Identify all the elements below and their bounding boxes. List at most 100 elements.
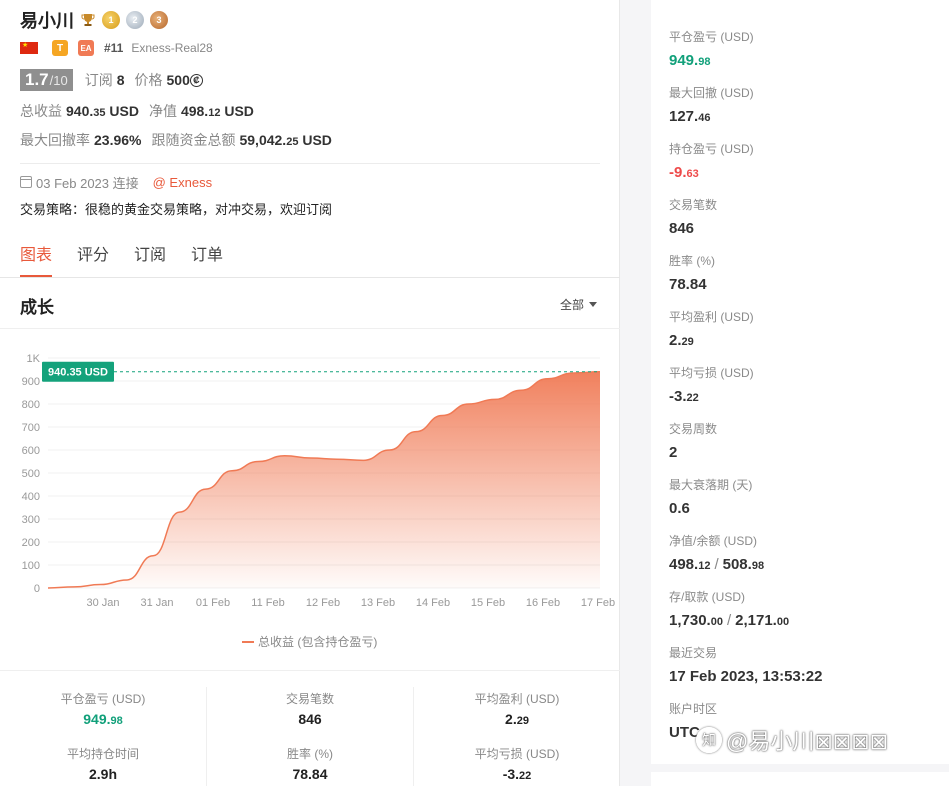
x-tick-label: 11 Feb bbox=[251, 597, 284, 609]
stat-label: 存/取款 (USD) bbox=[669, 590, 745, 604]
stat-value: 78.84 bbox=[669, 276, 707, 293]
bronze-medal-icon: 3 bbox=[150, 11, 168, 29]
x-tick-label: 30 Jan bbox=[86, 597, 119, 609]
coin-icon: ₡ bbox=[189, 73, 203, 87]
stat-label: 持仓盈亏 (USD) bbox=[669, 142, 754, 156]
stat-value: 2.29 bbox=[669, 332, 694, 349]
drawdown-row: 最大回撤率 23.96% 跟随资金总额 59,042.25 USD bbox=[20, 130, 600, 150]
x-tick-label: 15 Feb bbox=[471, 597, 505, 609]
summary-cell: 平均持仓时间 2.9h bbox=[0, 745, 206, 786]
follow-value: 59,042.25 USD bbox=[239, 132, 332, 148]
equity-value: 498.12 USD bbox=[180, 103, 254, 119]
y-tick-label: 500 bbox=[22, 468, 40, 480]
section-divider bbox=[0, 328, 620, 329]
summary-value: -3.22 bbox=[502, 766, 532, 782]
y-tick-label: 1K bbox=[27, 353, 41, 365]
china-flag-icon bbox=[20, 42, 38, 54]
stat-label: 平均盈利 (USD) bbox=[669, 310, 754, 324]
stat-item: 持仓盈亏 (USD) -9.63 bbox=[669, 140, 754, 181]
stat-item: 平仓盈亏 (USD) 949.98 bbox=[669, 28, 754, 69]
summary-value: 846 bbox=[298, 711, 322, 727]
drawdown-label: 最大回撤率 bbox=[20, 132, 90, 148]
summary-label: 平均盈利 (USD) bbox=[474, 692, 560, 706]
y-tick-label: 800 bbox=[22, 399, 40, 411]
summary-grid: 平仓盈亏 (USD) 949.98 平均持仓时间 2.9h 交易笔数 846 胜率 (%) 7… bbox=[0, 687, 620, 786]
since-row: 03 Feb 2023 连接 @ Exness bbox=[20, 173, 212, 191]
name-row: 易小川 1 2 3 bbox=[20, 8, 600, 32]
x-tick-label: 31 Jan bbox=[140, 597, 173, 609]
tab-rating[interactable]: 评分 bbox=[77, 241, 109, 277]
summary-column: 平仓盈亏 (USD) 949.98 平均持仓时间 2.9h bbox=[0, 687, 207, 786]
tab-orders[interactable]: 订单 bbox=[191, 241, 223, 277]
x-tick-label: 12 Feb bbox=[306, 597, 340, 609]
summary-cell: 胜率 (%) 78.84 bbox=[207, 745, 413, 786]
stat-item: 平均盈利 (USD) 2.29 bbox=[669, 308, 754, 349]
y-tick-label: 100 bbox=[22, 560, 40, 572]
stat-value: 17 Feb 2023, 13:53:22 bbox=[669, 668, 823, 685]
summary-label: 交易笔数 bbox=[285, 692, 334, 706]
tab-subscribe[interactable]: 订阅 bbox=[134, 241, 166, 277]
stat-item: 胜率 (%) 78.84 bbox=[669, 252, 715, 293]
stat-value: 2 bbox=[669, 444, 678, 461]
stat-item: 最大回撤 (USD) 127.46 bbox=[669, 84, 754, 125]
stat-label: 平仓盈亏 (USD) bbox=[669, 30, 754, 44]
stats-card: 平仓盈亏 (USD) 949.98 最大回撤 (USD) 127.46 持仓盈亏 (US… bbox=[651, 0, 949, 764]
silver-medal-icon: 2 bbox=[126, 11, 144, 29]
profit-row: 总收益 940.35 USD 净值 498.12 USD bbox=[20, 101, 600, 121]
stat-item: 最大衰落期 (天) 0.6 bbox=[669, 476, 752, 517]
rating-max: /10 bbox=[49, 73, 68, 88]
summary-cell: 平仓盈亏 (USD) 949.98 bbox=[0, 690, 206, 742]
x-tick-label: 16 Feb bbox=[526, 597, 560, 609]
stat-label: 净值/余额 (USD) bbox=[669, 534, 757, 548]
y-tick-label: 300 bbox=[22, 514, 40, 526]
tag-row: T EA #11 Exness-Real28 bbox=[20, 38, 600, 58]
growth-chart: 0 100 200 300 400 500 600 700 800 900 1K 30 Jan 31 J… bbox=[22, 353, 615, 609]
y-tick-label: 400 bbox=[22, 491, 40, 503]
drawdown-value: 23.96% bbox=[94, 132, 142, 148]
stat-value: 1,730.00/2,171.00 bbox=[669, 612, 790, 629]
watermark: 知 @易小川⊠⊠⊠⊠ bbox=[696, 724, 888, 756]
legend-label: 总收益 (包含持仓盈亏) bbox=[258, 635, 378, 649]
price-label: 价格 bbox=[134, 72, 163, 88]
summary-column: 平均盈利 (USD) 2.29 平均亏损 (USD) -3.22 bbox=[414, 687, 620, 786]
equity-label: 净值 bbox=[148, 103, 177, 119]
stat-label: 最近交易 bbox=[669, 646, 718, 660]
account-name: Exness-Real28 bbox=[131, 41, 213, 55]
x-tick-label: 17 Feb bbox=[581, 597, 615, 609]
gold-medal-icon: 1 bbox=[102, 11, 120, 29]
y-tick-label: 700 bbox=[22, 422, 40, 434]
tab-chart[interactable]: 图表 bbox=[20, 241, 53, 277]
chart-legend[interactable]: 总收益 (包含持仓盈亏) bbox=[242, 633, 377, 650]
x-tick-label: 01 Feb bbox=[196, 597, 230, 609]
broker-link[interactable]: @ Exness bbox=[153, 175, 212, 190]
trophy-icon bbox=[81, 14, 95, 26]
summary-cell: 平均亏损 (USD) -3.22 bbox=[414, 745, 620, 786]
summary-cell: 平均盈利 (USD) 2.29 bbox=[414, 690, 620, 742]
summary-value: 78.84 bbox=[292, 766, 328, 782]
stat-item: 交易周数 2 bbox=[669, 420, 717, 461]
calendar-icon bbox=[20, 176, 32, 188]
stat-item: 最近交易 17 Feb 2023, 13:53:22 bbox=[669, 644, 822, 685]
y-tick-label: 900 bbox=[22, 376, 40, 388]
trader-panel: 易小川 1 2 3 T EA #11 Exness-Real28 1.7/10 … bbox=[0, 0, 620, 786]
tab-divider bbox=[0, 277, 620, 278]
caret-down-icon bbox=[589, 302, 597, 307]
stat-value: 0.6 bbox=[669, 500, 690, 517]
rating-badge: 1.7/10 bbox=[20, 69, 73, 91]
stat-label: 最大衰落期 (天) bbox=[669, 478, 753, 492]
range-filter-dropdown[interactable]: 全部 bbox=[560, 296, 597, 313]
stat-label: 交易周数 bbox=[669, 422, 718, 436]
subscribe-count: 8 bbox=[116, 72, 125, 88]
summary-label: 胜率 (%) bbox=[287, 747, 333, 761]
next-card bbox=[651, 772, 949, 786]
trader-header: 易小川 1 2 3 T EA #11 Exness-Real28 1.7/10 … bbox=[20, 8, 600, 150]
stat-item: 存/取款 (USD) 1,730.00/2,171.00 bbox=[669, 588, 789, 629]
y-tick-label: 200 bbox=[22, 537, 40, 549]
stat-label: 胜率 (%) bbox=[669, 254, 715, 268]
header-divider bbox=[20, 163, 600, 164]
last-value-label: 940.35 USD bbox=[48, 367, 108, 379]
y-tick-label: 600 bbox=[22, 445, 40, 457]
legend-swatch bbox=[242, 640, 254, 643]
stat-value: -9.63 bbox=[669, 164, 699, 181]
stat-value: -3.22 bbox=[669, 388, 699, 405]
